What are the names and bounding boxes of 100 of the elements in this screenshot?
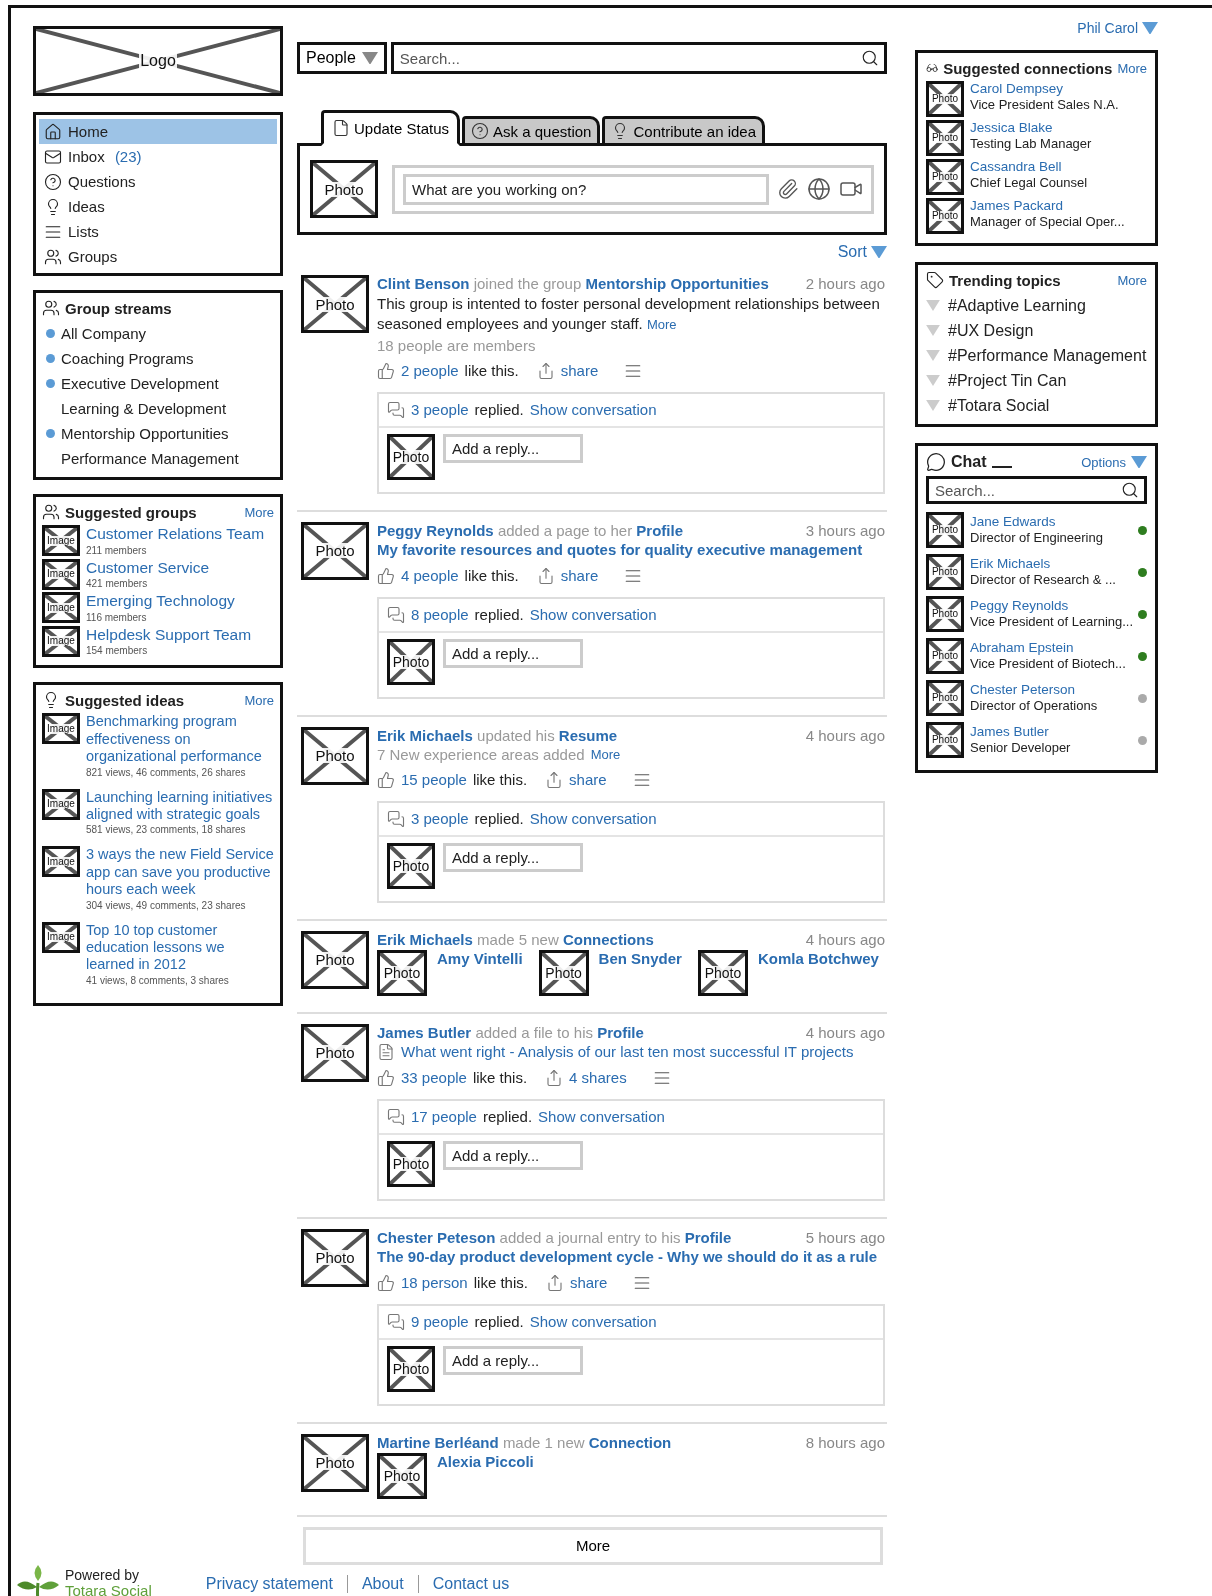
stream-link[interactable]: Mentorship Opportunities [61, 425, 229, 442]
more-link[interactable]: More [1117, 60, 1147, 76]
person-link[interactable]: James Butler [970, 724, 1132, 741]
replies-link[interactable]: 17 people [411, 1107, 477, 1126]
nav-item[interactable]: Inbox (23) [39, 144, 277, 169]
likes-link[interactable]: 15 people [401, 770, 467, 789]
idea-link[interactable]: Benchmarking program effectiveness on organizational performance [86, 713, 274, 766]
share-link[interactable]: share [569, 1273, 608, 1292]
target-link[interactable]: Connections [562, 930, 654, 948]
status-field[interactable]: What are you working on? [403, 173, 769, 205]
show-conversation-link[interactable]: Show conversation [529, 400, 657, 419]
reply-field[interactable]: Add a reply... [443, 638, 583, 668]
person-link[interactable]: Peggy Reynolds [970, 598, 1132, 615]
post-title-link[interactable]: My favorite resources and quotes for quality executive management [377, 540, 885, 559]
person-link[interactable]: Carol Dempsey [970, 81, 1119, 98]
footer-link[interactable]: Contact us [417, 1574, 524, 1593]
replies-link[interactable]: 8 people [411, 605, 469, 624]
show-conversation-link[interactable]: Show conversation [529, 605, 657, 624]
person-link[interactable]: Abraham Epstein [970, 640, 1132, 657]
minimize-icon[interactable] [991, 466, 1012, 468]
footer-link[interactable]: Privacy statement [191, 1574, 347, 1593]
person-link[interactable]: Ben Snyder [598, 949, 682, 968]
person-link[interactable]: James Butler [377, 1023, 472, 1041]
replies-link[interactable]: 3 people [411, 400, 469, 419]
more-link[interactable]: More [590, 746, 621, 762]
nav-item[interactable]: Lists [39, 219, 277, 244]
nav-item[interactable]: Ideas [39, 194, 277, 219]
replies-link[interactable]: 9 people [411, 1312, 469, 1331]
stream-link[interactable]: All Company [61, 325, 147, 342]
person-link[interactable]: Cassandra Bell [970, 159, 1088, 176]
footer-link[interactable]: About [346, 1574, 418, 1593]
likes-link[interactable]: 2 people [401, 361, 459, 380]
search-field[interactable]: Search... [926, 476, 1147, 504]
reply-field[interactable]: Add a reply... [443, 1345, 583, 1375]
stream-link[interactable]: Performance Management [61, 450, 239, 467]
target-link[interactable]: Profile [597, 1023, 644, 1041]
sort-dropdown[interactable]: Sort [837, 243, 887, 261]
share-link[interactable]: share [560, 566, 599, 585]
show-conversation-link[interactable]: Show conversation [529, 1312, 657, 1331]
group-link[interactable]: Customer Service [86, 558, 210, 578]
person-link[interactable]: Martine Berléand [377, 1433, 499, 1451]
person-link[interactable]: Peggy Reynolds [377, 521, 494, 539]
person-link[interactable]: Jane Edwards [970, 514, 1132, 531]
group-link[interactable]: Helpdesk Support Team [86, 625, 252, 645]
load-more-button[interactable]: More [303, 1526, 883, 1565]
topic-link[interactable]: #Performance Management [948, 346, 1147, 365]
group-link[interactable]: Customer Relations Team [86, 525, 265, 544]
group-link[interactable]: Emerging Technology [86, 592, 235, 611]
person-link[interactable]: Alexia Piccoli [437, 1452, 534, 1471]
idea-link[interactable]: 3 ways the new Field Service app can save you productive hours each week [86, 846, 274, 899]
more-link[interactable]: More [244, 504, 274, 520]
scope-dropdown[interactable]: People [297, 42, 387, 74]
file-link[interactable]: What went right - Analysis of our last ten most successful IT projects [401, 1042, 854, 1061]
post-title-link[interactable]: The 90-day product development cycle - Why we should do it as a rule [377, 1247, 885, 1266]
topic-link[interactable]: #Totara Social [948, 396, 1050, 415]
search-field[interactable]: Search... [390, 42, 887, 74]
more-link[interactable]: More [1117, 272, 1147, 288]
reply-field[interactable]: Add a reply... [443, 842, 583, 872]
composer-tab[interactable]: Contribute an idea [602, 116, 766, 143]
nav-item[interactable]: Home [39, 119, 277, 144]
idea-link[interactable]: Launching learning initiatives aligned with strategic goals [86, 788, 274, 824]
options-link[interactable]: Options [1081, 454, 1126, 470]
target-link[interactable]: Profile [684, 1228, 732, 1246]
person-link[interactable]: Chester Peterson [970, 682, 1132, 699]
target-link[interactable]: Profile [636, 521, 684, 539]
more-link[interactable]: More [646, 317, 677, 333]
share-link[interactable]: 4 shares [569, 1068, 627, 1087]
topic-link[interactable]: #Adaptive Learning [948, 296, 1086, 315]
share-link[interactable]: share [560, 361, 599, 380]
user-menu[interactable]: Phil Carol [1077, 19, 1138, 37]
person-link[interactable]: James Packard [970, 198, 1125, 215]
target-link[interactable]: Connection [588, 1433, 672, 1451]
composer-tab[interactable]: Ask a question [462, 116, 601, 143]
target-link[interactable]: Resume [558, 726, 618, 744]
person-link[interactable]: Erik Michaels [970, 556, 1132, 573]
likes-link[interactable]: 33 people [401, 1068, 467, 1087]
likes-link[interactable]: 18 person [401, 1273, 468, 1292]
likes-link[interactable]: 4 people [401, 566, 459, 585]
topic-link[interactable]: #Project Tin Can [948, 371, 1067, 390]
reply-field[interactable]: Add a reply... [443, 1140, 583, 1170]
target-link[interactable]: Mentorship Opportunities [585, 275, 769, 292]
show-conversation-link[interactable]: Show conversation [538, 1107, 665, 1126]
show-conversation-link[interactable]: Show conversation [529, 809, 657, 828]
person-link[interactable]: Chester Peteson [377, 1228, 496, 1246]
share-link[interactable]: share [569, 770, 607, 789]
stream-link[interactable]: Executive Development [61, 375, 219, 392]
stream-link[interactable]: Learning & Development [61, 400, 227, 417]
composer-tab[interactable]: Update Status [321, 110, 461, 146]
person-link[interactable]: Jessica Blake [970, 120, 1092, 137]
person-link[interactable]: Komla Botchwey [757, 949, 879, 968]
person-link[interactable]: Erik Michaels [377, 930, 473, 948]
stream-link[interactable]: Coaching Programs [61, 350, 194, 367]
reply-field[interactable]: Add a reply... [443, 433, 583, 463]
person-link[interactable]: Clint Benson [377, 275, 470, 292]
topic-link[interactable]: #UX Design [948, 321, 1034, 340]
person-link[interactable]: Amy Vintelli [437, 949, 523, 968]
person-link[interactable]: Erik Michaels [377, 726, 473, 744]
more-link[interactable]: More [244, 692, 274, 708]
nav-item[interactable]: Questions [39, 169, 277, 194]
idea-link[interactable]: Top 10 top customer education lessons we learned in 2012 [86, 921, 274, 974]
